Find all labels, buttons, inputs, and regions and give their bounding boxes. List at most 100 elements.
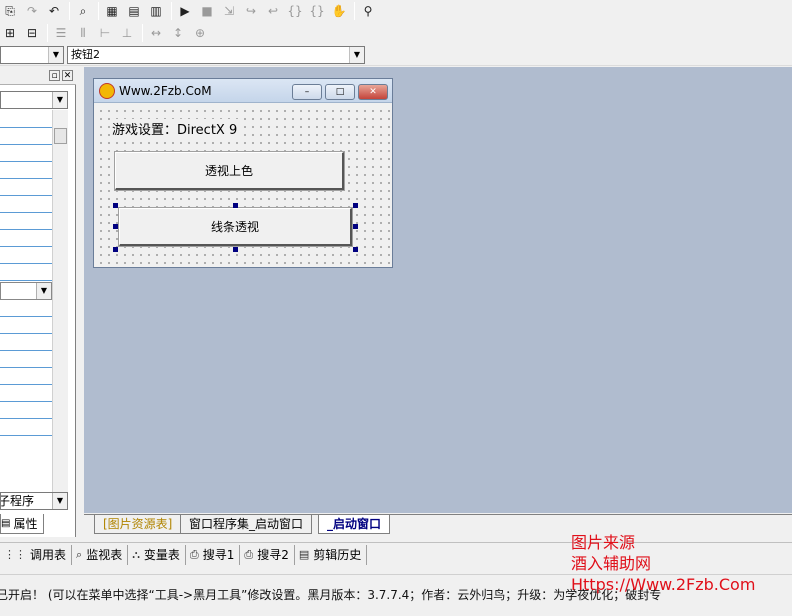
toolbar-separator — [47, 24, 48, 42]
watch-icon[interactable]: ⚲ — [358, 1, 378, 21]
same-size-icon[interactable]: ⊕ — [190, 23, 210, 43]
tab-image-resources[interactable]: [图片资源表] — [94, 515, 182, 534]
scrollbar-thumb[interactable] — [54, 128, 67, 144]
chevron-down-icon[interactable]: ▼ — [52, 92, 67, 108]
main-toolbar: ⎘ ↷ ↶ ⌕ ▦ ▤ ▥ ▶ ■ ⇲ ↪ ↩ {} {} ✋ ⚲ — [0, 0, 792, 22]
chevron-down-icon[interactable]: ▼ — [349, 47, 364, 63]
step-over-icon[interactable]: ↪ — [241, 1, 261, 21]
watermark-line3: Https://Www.2Fzb.Com — [571, 575, 756, 594]
alignment-toolbar: ⊞ ⊟ ☰ ⦀ ⊢ ⊥ ↔ ↕ ⊕ — [0, 22, 792, 44]
find-icon[interactable]: ⌕ — [73, 1, 93, 21]
tab-search1-label: 搜寻1 — [202, 548, 235, 562]
document-tabs: [图片资源表] 窗口程序集_启动窗口 _启动窗口 — [84, 514, 792, 534]
watermark: 图片来源 酒入辅助网 Https://Www.2Fzb.Com — [571, 532, 755, 595]
tab-search2[interactable]: ⎙ 搜寻2 — [240, 544, 295, 565]
window-layout3-icon[interactable]: ▥ — [146, 1, 166, 21]
selection-handle[interactable] — [353, 224, 358, 229]
magnifier-icon: ⌕ — [76, 547, 83, 561]
tab-search1[interactable]: ⎙ 搜寻1 — [186, 544, 241, 565]
stop-icon[interactable]: ■ — [197, 1, 217, 21]
step-out-icon[interactable]: ↩ — [263, 1, 283, 21]
wallhack-color-button[interactable]: 透视上色 — [114, 151, 345, 191]
restore-icon[interactable]: ▫ — [49, 70, 60, 81]
selection-handle[interactable] — [233, 247, 238, 252]
tab-clip-history[interactable]: ▤ 剪辑历史 — [295, 544, 368, 565]
tab-properties[interactable]: ▤ 属性 — [0, 514, 44, 534]
chick-app-icon — [99, 83, 115, 99]
align-middle-icon[interactable]: ⊟ — [22, 23, 42, 43]
redo-icon[interactable]: ↷ — [22, 1, 42, 21]
paste-icon[interactable]: ⎘ — [0, 1, 20, 21]
run-icon[interactable]: ▶ — [175, 1, 195, 21]
tab-properties-label: 属性 — [13, 516, 38, 531]
event-combo-value: 子程序 — [0, 494, 35, 508]
step-brace-icon[interactable]: {} — [285, 1, 305, 21]
center-v-icon[interactable]: ⊥ — [117, 23, 137, 43]
selection-handle[interactable] — [113, 224, 118, 229]
selection-handle[interactable] — [353, 247, 358, 252]
minimize-button[interactable]: – — [292, 84, 322, 100]
step-brace2-icon[interactable]: {} — [307, 1, 327, 21]
property-bar: ▼ 按钮2 ▼ — [0, 44, 792, 66]
step-into-icon[interactable]: ⇲ — [219, 1, 239, 21]
form-title: Www.2Fzb.CoM — [119, 84, 212, 98]
tab-call-table-label: 调用表 — [30, 548, 67, 562]
close-button[interactable]: ✕ — [358, 84, 388, 100]
tab-clip-history-label: 剪辑历史 — [313, 548, 362, 562]
property-panel-header: ▫ ✕ — [0, 67, 76, 85]
search-doc-icon: ⎙ — [189, 547, 199, 561]
chevron-down-icon[interactable]: ▼ — [48, 47, 63, 63]
tab-monitor-label: 监视表 — [86, 548, 123, 562]
maximize-button[interactable]: □ — [325, 84, 355, 100]
toolbar-separator — [142, 24, 143, 42]
spacing-h-icon[interactable]: ☰ — [51, 23, 71, 43]
window-layout-icon[interactable]: ▦ — [102, 1, 122, 21]
hand-icon[interactable]: ✋ — [329, 1, 349, 21]
property-object-combo[interactable]: ▼ — [0, 91, 68, 109]
toolbar-separator — [98, 2, 99, 20]
property-scrollbar[interactable] — [52, 110, 68, 510]
same-width-icon[interactable]: ↔ — [146, 23, 166, 43]
object-combo[interactable]: ▼ — [0, 46, 64, 64]
chevron-down-icon[interactable]: ▼ — [52, 493, 67, 509]
window-layout2-icon[interactable]: ▤ — [124, 1, 144, 21]
close-icon[interactable]: ✕ — [62, 70, 73, 81]
tab-variables[interactable]: ⛬ 变量表 — [128, 544, 186, 565]
tab-variables-label: 变量表 — [143, 548, 180, 562]
toolbar-separator — [354, 2, 355, 20]
designed-form-window[interactable]: Www.2Fzb.CoM – □ ✕ 游戏设置：DirectX 9 透视上色 线… — [93, 78, 393, 268]
form-client-area[interactable]: 游戏设置：DirectX 9 透视上色 线条透视 — [94, 104, 392, 267]
property-value-combo[interactable]: ▼ — [0, 282, 52, 300]
align-center-icon[interactable]: ⊞ — [0, 23, 20, 43]
properties-icon: ▤ — [1, 517, 11, 529]
tab-window-assembly[interactable]: 窗口程序集_启动窗口 — [180, 515, 313, 534]
chevron-down-icon[interactable]: ▼ — [36, 283, 51, 299]
selection-handle[interactable] — [113, 203, 118, 208]
same-height-icon[interactable]: ↕ — [168, 23, 188, 43]
tab-call-table[interactable]: ⋮⋮ 调用表 — [0, 544, 73, 565]
control-combo-value: 按钮2 — [71, 48, 100, 61]
status-text: 已开启！ (可以在菜单中选择“工具->黑月工具”修改设置。黑月版本：3.7.7.… — [0, 588, 662, 602]
property-grid-top[interactable] — [0, 111, 52, 281]
search-doc-icon: ⎙ — [244, 547, 254, 561]
clipboard-icon: ▤ — [298, 548, 310, 561]
game-settings-label[interactable]: 游戏设置：DirectX 9 — [111, 119, 239, 138]
variables-icon: ⛬ — [132, 547, 140, 561]
tab-monitor[interactable]: ⌕ 监视表 — [72, 544, 129, 565]
property-grid-bottom[interactable] — [0, 300, 52, 436]
control-combo[interactable]: 按钮2 ▼ — [67, 46, 365, 64]
form-titlebar[interactable]: Www.2Fzb.CoM – □ ✕ — [94, 79, 392, 103]
spacing-v-icon[interactable]: ⦀ — [73, 23, 93, 43]
event-combo[interactable]: 子程序 ▼ — [0, 492, 68, 510]
center-h-icon[interactable]: ⊢ — [95, 23, 115, 43]
tab-search2-label: 搜寻2 — [257, 548, 289, 562]
undo-icon[interactable]: ↶ — [44, 1, 64, 21]
property-panel: ▫ ✕ ▼ ▼ 子程序 ▼ ▤ 属性 — [0, 67, 76, 537]
tab-startup-window[interactable]: _启动窗口 — [318, 515, 391, 534]
selection-handle[interactable] — [113, 247, 118, 252]
watermark-line2: 酒入辅助网 — [571, 554, 652, 573]
selection-handle[interactable] — [233, 203, 238, 208]
selection-handle[interactable] — [353, 203, 358, 208]
call-table-icon: ⋮⋮ — [4, 548, 26, 561]
line-esp-button[interactable]: 线条透视 — [118, 207, 353, 247]
